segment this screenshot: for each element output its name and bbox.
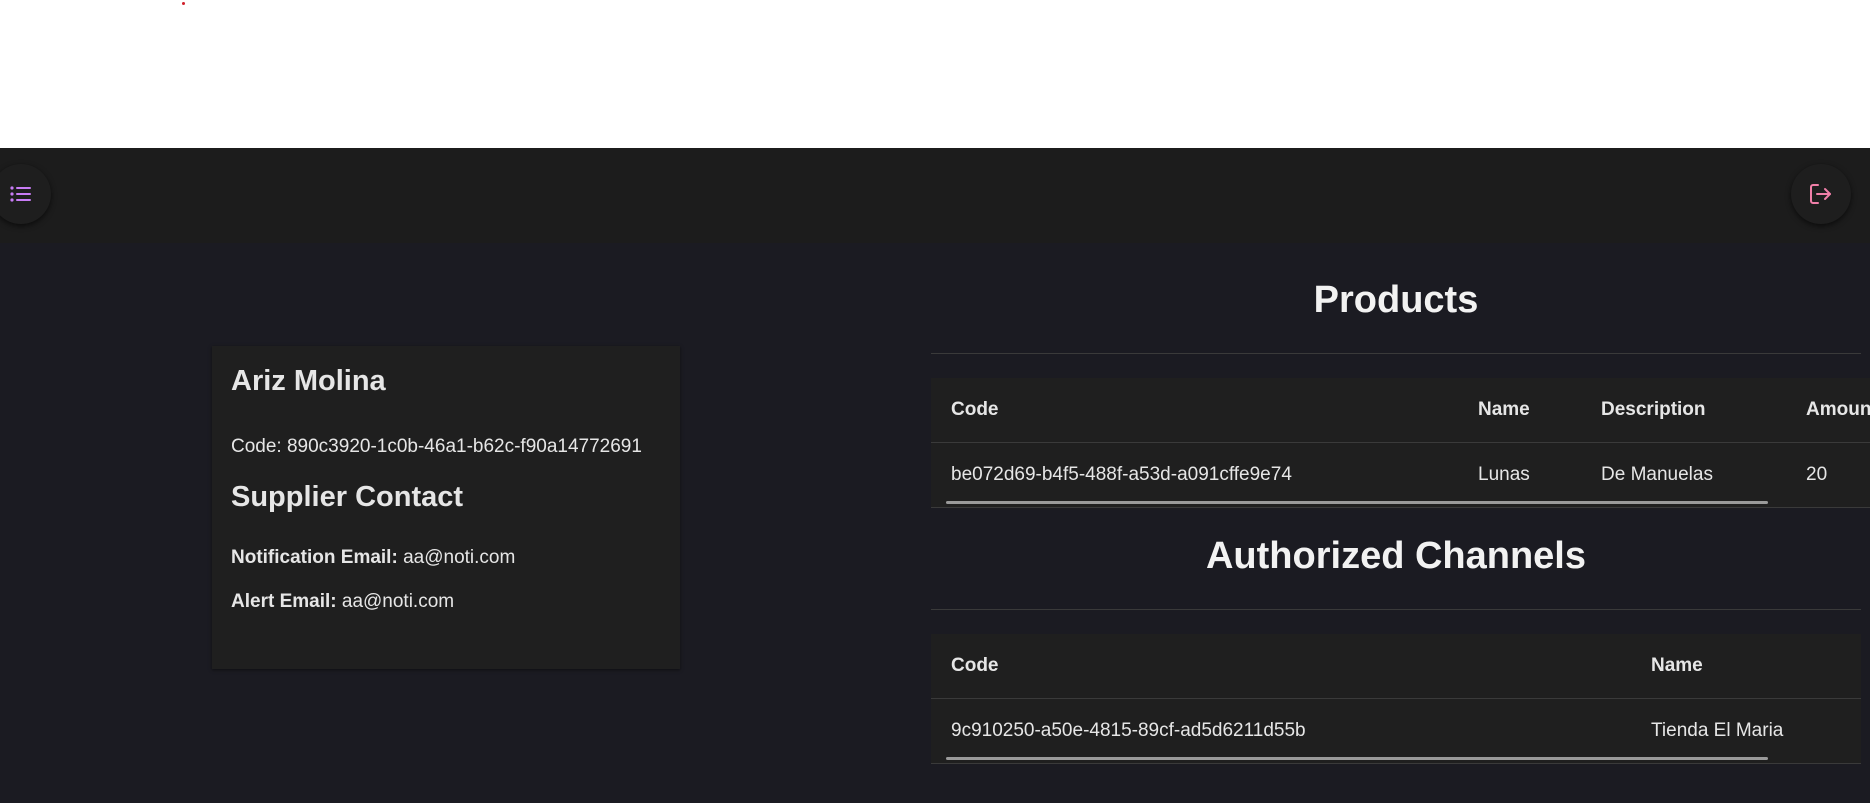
supplier-code: Code: 890c3920-1c0b-46a1-b62c-f90a147726…	[231, 436, 642, 458]
supplier-code-value: 890c3920-1c0b-46a1-b62c-f90a14772691	[286, 436, 642, 457]
products-scrollbar[interactable]	[946, 501, 1768, 504]
product-description-cell: De Manuelas	[1601, 464, 1713, 485]
supplier-card: Ariz Molina Code: 890c3920-1c0b-46a1-b62…	[212, 346, 680, 669]
channels-table-header: Code Name	[931, 634, 1861, 699]
column-header-amount[interactable]: Amount	[1806, 378, 1870, 442]
products-table: Code Name Description Amount be072d69-b4…	[931, 378, 1870, 508]
products-divider	[931, 353, 1861, 354]
channels-title: Authorized Channels	[1205, 535, 1587, 577]
products-table-header: Code Name Description Amount	[931, 378, 1870, 443]
supplier-contact-title: Supplier Contact	[231, 481, 464, 513]
channels-scrollbar[interactable]	[946, 757, 1768, 760]
alert-email-label: Alert Email:	[231, 591, 337, 612]
column-header-code[interactable]: Code	[951, 378, 999, 442]
channel-code-cell: 9c910250-a50e-4815-89cf-ad5d6211d55b	[951, 720, 1306, 741]
notification-email-label: Notification Email:	[231, 547, 398, 568]
product-amount-cell: 20	[1806, 464, 1828, 485]
product-code-cell: be072d69-b4f5-488f-a53d-a091cffe9e74	[951, 464, 1292, 485]
channels-divider	[931, 609, 1861, 610]
app-toolbar	[0, 148, 1870, 243]
supplier-name: Ariz Molina	[231, 365, 386, 397]
list-icon	[10, 186, 31, 202]
products-title: Products	[1313, 279, 1479, 321]
product-name-cell: Lunas	[1478, 464, 1530, 485]
table-row[interactable]: 9c910250-a50e-4815-89cf-ad5d6211d55b Tie…	[931, 699, 1861, 764]
main-content: Ariz Molina Code: 890c3920-1c0b-46a1-b62…	[0, 243, 1870, 803]
alert-email: Alert Email: aa@noti.com	[231, 591, 454, 613]
table-row[interactable]: be072d69-b4f5-488f-a53d-a091cffe9e74 Lun…	[931, 443, 1870, 508]
supplier-code-label: Code:	[231, 436, 282, 457]
logout-icon	[1810, 184, 1831, 204]
channels-table: Code Name 9c910250-a50e-4815-89cf-ad5d62…	[931, 634, 1861, 764]
column-header-name[interactable]: Name	[1478, 378, 1530, 442]
notification-email-value: aa@noti.com	[403, 547, 516, 568]
notification-email: Notification Email: aa@noti.com	[231, 547, 515, 569]
red-dot-marker	[182, 2, 185, 5]
column-header-description[interactable]: Description	[1601, 378, 1706, 442]
logout-button[interactable]	[1791, 164, 1851, 224]
column-header-code[interactable]: Code	[951, 634, 999, 698]
column-header-name[interactable]: Name	[1651, 634, 1703, 698]
channel-name-cell: Tienda El Maria	[1651, 720, 1784, 741]
alert-email-value: aa@noti.com	[341, 591, 455, 612]
browser-blank-area	[0, 0, 1870, 148]
